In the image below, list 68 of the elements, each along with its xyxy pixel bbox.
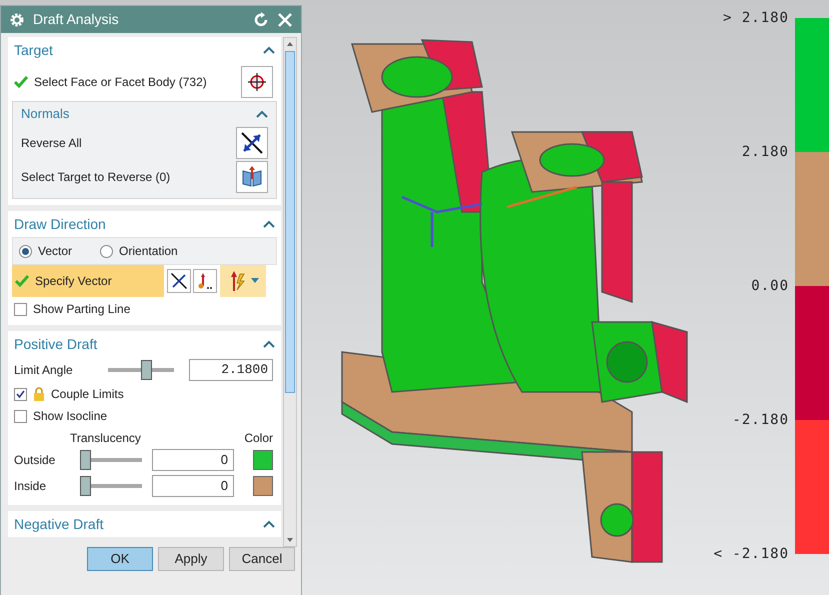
limit-angle-label: Limit Angle bbox=[14, 362, 74, 379]
select-face-label: Select Face or Facet Body (732) bbox=[34, 74, 207, 91]
dialog-button[interactable]: Apply bbox=[158, 547, 224, 571]
close-icon[interactable] bbox=[277, 12, 293, 28]
slider-thumb[interactable] bbox=[80, 476, 91, 496]
settings-icon bbox=[9, 12, 25, 28]
checkbox[interactable] bbox=[14, 302, 27, 316]
collapse-icon[interactable] bbox=[263, 340, 275, 348]
icon-button[interactable] bbox=[236, 161, 268, 193]
padlock-icon bbox=[33, 387, 45, 401]
legend-label: 2.180 bbox=[742, 144, 789, 160]
crosshair-icon bbox=[247, 72, 267, 92]
window-title: Draft Analysis bbox=[33, 10, 120, 29]
group-title: Normals bbox=[21, 105, 70, 124]
radio-label: Vector bbox=[38, 243, 72, 260]
color-swatch[interactable] bbox=[253, 476, 273, 496]
icon-button[interactable] bbox=[167, 269, 191, 293]
checkmark-icon bbox=[14, 76, 28, 88]
slider-thumb[interactable] bbox=[80, 450, 91, 470]
translucency-field[interactable]: 0 bbox=[152, 475, 234, 497]
slider-track[interactable] bbox=[80, 450, 142, 470]
column-header: Translucency bbox=[70, 430, 141, 447]
dialog-button[interactable]: OK bbox=[87, 547, 153, 571]
radio-button[interactable] bbox=[100, 244, 114, 258]
section-title: Negative Draft bbox=[14, 514, 104, 534]
slider-track[interactable] bbox=[80, 476, 142, 496]
section-title: Positive Draft bbox=[14, 334, 98, 354]
legend-label: 0.00 bbox=[751, 278, 789, 294]
vector-dialog-icon bbox=[196, 272, 214, 290]
reset-icon[interactable] bbox=[253, 12, 269, 28]
section-title: Draw Direction bbox=[14, 214, 106, 234]
checkbox-label: Couple Limits bbox=[51, 386, 124, 403]
slider-thumb[interactable] bbox=[141, 360, 152, 380]
scrollbar[interactable] bbox=[283, 37, 297, 547]
collapse-icon[interactable] bbox=[263, 220, 275, 228]
checkbox-label: Show Parting Line bbox=[33, 301, 130, 318]
icon-button[interactable] bbox=[236, 127, 268, 159]
checkbox-label: Show Isocline bbox=[33, 408, 108, 425]
checkmark-icon bbox=[15, 275, 29, 287]
legend-label: -2.180 bbox=[732, 412, 789, 428]
column-header: Color bbox=[244, 430, 273, 447]
select-button[interactable] bbox=[241, 66, 273, 98]
limit-angle-field[interactable]: 2.1800 bbox=[189, 359, 273, 381]
checkbox[interactable] bbox=[14, 388, 27, 400]
face-select-icon bbox=[240, 165, 264, 189]
row-label: Outside bbox=[14, 452, 56, 469]
icon-button[interactable] bbox=[193, 269, 217, 293]
row-label: Select Target to Reverse (0) bbox=[21, 169, 170, 186]
section-title: Target bbox=[14, 40, 53, 60]
translucency-field[interactable]: 0 bbox=[152, 449, 234, 471]
reverse-arrows-icon bbox=[170, 272, 188, 290]
legend-label: < -2.180 bbox=[714, 546, 789, 562]
dropdown-icon[interactable] bbox=[251, 278, 259, 284]
inferred-vector-button[interactable] bbox=[220, 265, 266, 297]
row-label: Inside bbox=[14, 478, 48, 495]
radio-label: Orientation bbox=[119, 243, 178, 260]
radio-button[interactable] bbox=[19, 244, 32, 258]
dialog-button[interactable]: Cancel bbox=[229, 547, 295, 571]
slider-track[interactable] bbox=[108, 360, 174, 380]
legend-label: > 2.180 bbox=[722, 10, 789, 26]
collapse-icon[interactable] bbox=[263, 520, 275, 528]
checkbox[interactable] bbox=[14, 410, 27, 422]
reverse-arrows-icon bbox=[240, 131, 264, 155]
row-label: Reverse All bbox=[21, 135, 82, 152]
specify-vector-field[interactable]: Specify Vector bbox=[12, 265, 164, 297]
collapse-icon[interactable] bbox=[263, 46, 275, 54]
color-swatch[interactable] bbox=[253, 450, 273, 470]
collapse-icon[interactable] bbox=[256, 110, 268, 118]
